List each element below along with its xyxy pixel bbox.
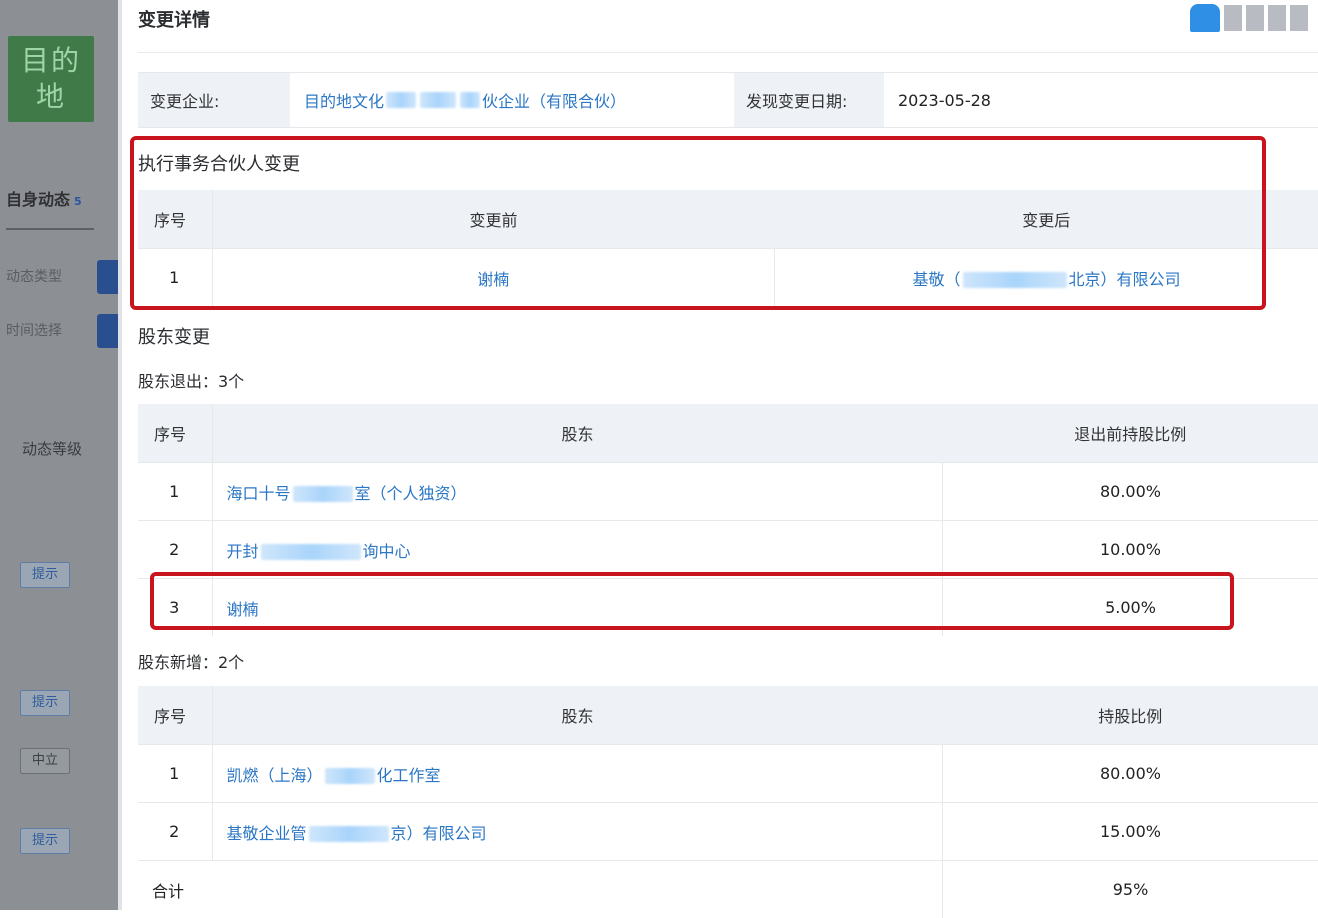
company-info-row: 变更企业: 目的地文化 伙企业（有限合伙） 发现变更日期: 2023-05-28 bbox=[138, 72, 1318, 128]
filter-time-label: 时间选择 bbox=[6, 320, 62, 340]
redacted-text bbox=[420, 92, 456, 108]
title-divider bbox=[138, 52, 1318, 53]
shareholder-change-title: 股东变更 bbox=[138, 323, 210, 349]
row-index: 1 bbox=[138, 745, 212, 803]
exit-pct: 10.00% bbox=[943, 521, 1318, 579]
before-link[interactable]: 谢楠 bbox=[477, 270, 509, 289]
redacted-text bbox=[293, 486, 353, 502]
table-row-total: 合计 95% bbox=[138, 861, 1318, 918]
redacted-text bbox=[309, 826, 389, 842]
shareholder-link-prefix[interactable]: 海口十号 bbox=[227, 484, 291, 503]
shareholder-link-suffix[interactable]: 询中心 bbox=[363, 542, 411, 561]
table-row: 3 谢楠 5.00% bbox=[138, 579, 1318, 637]
table-row: 2 基敬企业管 京）有限公司 15.00% bbox=[138, 803, 1318, 861]
col-header-index: 序号 bbox=[138, 686, 212, 745]
tag-neutral[interactable]: 中立 bbox=[20, 748, 70, 774]
redacted-text bbox=[460, 92, 480, 108]
partner-change-title: 执行事务合伙人变更 bbox=[138, 150, 300, 176]
shareholder-link-prefix[interactable]: 基敬企业管 bbox=[227, 824, 307, 843]
total-label: 合计 bbox=[138, 861, 943, 918]
col-header-before: 变更前 bbox=[212, 190, 775, 249]
shareholder-name[interactable]: 谢楠 bbox=[212, 579, 943, 637]
brand-logo: 目的地 bbox=[8, 36, 94, 122]
blurred-icon bbox=[1290, 5, 1308, 31]
shareholder-link-suffix[interactable]: 京）有限公司 bbox=[391, 824, 487, 843]
shareholder-link-suffix[interactable]: 化工作室 bbox=[377, 766, 441, 785]
holding-pct: 80.00% bbox=[943, 745, 1318, 803]
after-link-suffix[interactable]: 北京）有限公司 bbox=[1069, 270, 1181, 289]
after-value[interactable]: 基敬（ 北京）有限公司 bbox=[775, 249, 1318, 307]
new-title: 股东新增：2个 bbox=[138, 649, 244, 673]
sidebar-divider bbox=[6, 228, 94, 230]
after-link-prefix[interactable]: 基敬（ bbox=[912, 270, 960, 289]
shareholder-name[interactable]: 海口十号 室（个人独资） bbox=[212, 463, 943, 521]
shareholder-link-prefix[interactable]: 凯燃（上海） bbox=[227, 766, 323, 785]
col-header-shareholder: 股东 bbox=[212, 404, 943, 463]
company-name-suffix[interactable]: 伙企业（有限合伙） bbox=[482, 88, 626, 112]
level-label: 动态等级 bbox=[22, 438, 82, 459]
tag-hint-3[interactable]: 提示 bbox=[20, 828, 70, 854]
filter-type-label: 动态类型 bbox=[6, 266, 62, 286]
row-index: 2 bbox=[138, 803, 212, 861]
table-row: 1 凯燃（上海） 化工作室 80.00% bbox=[138, 745, 1318, 803]
sidebar: 目的地 自身动态 5 动态类型 时间选择 动态等级 提示 提示 中立 提示 bbox=[0, 0, 118, 910]
holding-pct: 15.00% bbox=[943, 803, 1318, 861]
tag-hint-1[interactable]: 提示 bbox=[20, 562, 70, 588]
total-value: 95% bbox=[943, 861, 1318, 918]
sidebar-title-badge: 5 bbox=[74, 195, 82, 208]
col-header-exit-pct: 退出前持股比例 bbox=[943, 404, 1318, 463]
redacted-text bbox=[963, 272, 1067, 288]
filter-time-dropdown[interactable] bbox=[97, 314, 118, 348]
panel-title: 变更详情 bbox=[138, 6, 210, 32]
exit-table: 序号 股东 退出前持股比例 1 海口十号 室（个人独资） 80.00% 2 开封 询… bbox=[138, 404, 1318, 636]
col-header-after: 变更后 bbox=[775, 190, 1318, 249]
shareholder-link-suffix[interactable]: 室（个人独资） bbox=[355, 484, 467, 503]
table-row: 1 海口十号 室（个人独资） 80.00% bbox=[138, 463, 1318, 521]
shareholder-name[interactable]: 凯燃（上海） 化工作室 bbox=[212, 745, 943, 803]
change-detail-panel: 变更详情 变更企业: 目的地文化 伙企业（有限合伙） 发现变更日期: 2023-… bbox=[118, 0, 1318, 910]
blurred-icon bbox=[1246, 5, 1264, 31]
company-label: 变更企业: bbox=[138, 73, 290, 127]
col-header-pct: 持股比例 bbox=[943, 686, 1318, 745]
row-index: 1 bbox=[138, 249, 212, 307]
row-index: 2 bbox=[138, 521, 212, 579]
col-header-index: 序号 bbox=[138, 190, 212, 249]
table-row: 1 谢楠 基敬（ 北京）有限公司 bbox=[138, 249, 1318, 307]
exit-title: 股东退出：3个 bbox=[138, 368, 244, 392]
company-name-prefix[interactable]: 目的地文化 bbox=[304, 88, 384, 112]
new-table: 序号 股东 持股比例 1 凯燃（上海） 化工作室 80.00% 2 基敬企业管 京）… bbox=[138, 686, 1318, 918]
shareholder-link[interactable]: 谢楠 bbox=[227, 600, 259, 619]
before-value[interactable]: 谢楠 bbox=[212, 249, 775, 307]
redacted-text bbox=[386, 92, 416, 108]
blurred-icon bbox=[1268, 5, 1286, 31]
filter-type-dropdown[interactable] bbox=[97, 260, 118, 294]
col-header-index: 序号 bbox=[138, 404, 212, 463]
tag-hint-2[interactable]: 提示 bbox=[20, 690, 70, 716]
top-right-icons bbox=[1190, 4, 1308, 32]
shareholder-link-prefix[interactable]: 开封 bbox=[227, 542, 259, 561]
row-index: 3 bbox=[138, 579, 212, 637]
redacted-text bbox=[325, 768, 375, 784]
partner-change-table: 序号 变更前 变更后 1 谢楠 基敬（ 北京）有限公司 bbox=[138, 190, 1318, 306]
sidebar-title[interactable]: 自身动态 5 bbox=[6, 186, 82, 210]
redacted-text bbox=[261, 544, 361, 560]
company-name[interactable]: 目的地文化 伙企业（有限合伙） bbox=[290, 73, 734, 127]
date-value: 2023-05-28 bbox=[884, 73, 991, 127]
date-label: 发现变更日期: bbox=[734, 73, 884, 127]
col-header-shareholder: 股东 bbox=[212, 686, 943, 745]
table-row: 2 开封 询中心 10.00% bbox=[138, 521, 1318, 579]
app-icon[interactable] bbox=[1190, 4, 1220, 32]
shareholder-name[interactable]: 开封 询中心 bbox=[212, 521, 943, 579]
exit-pct: 80.00% bbox=[943, 463, 1318, 521]
row-index: 1 bbox=[138, 463, 212, 521]
shareholder-name[interactable]: 基敬企业管 京）有限公司 bbox=[212, 803, 943, 861]
blurred-icon bbox=[1224, 5, 1242, 31]
exit-pct: 5.00% bbox=[943, 579, 1318, 637]
sidebar-title-label: 自身动态 bbox=[6, 190, 70, 209]
